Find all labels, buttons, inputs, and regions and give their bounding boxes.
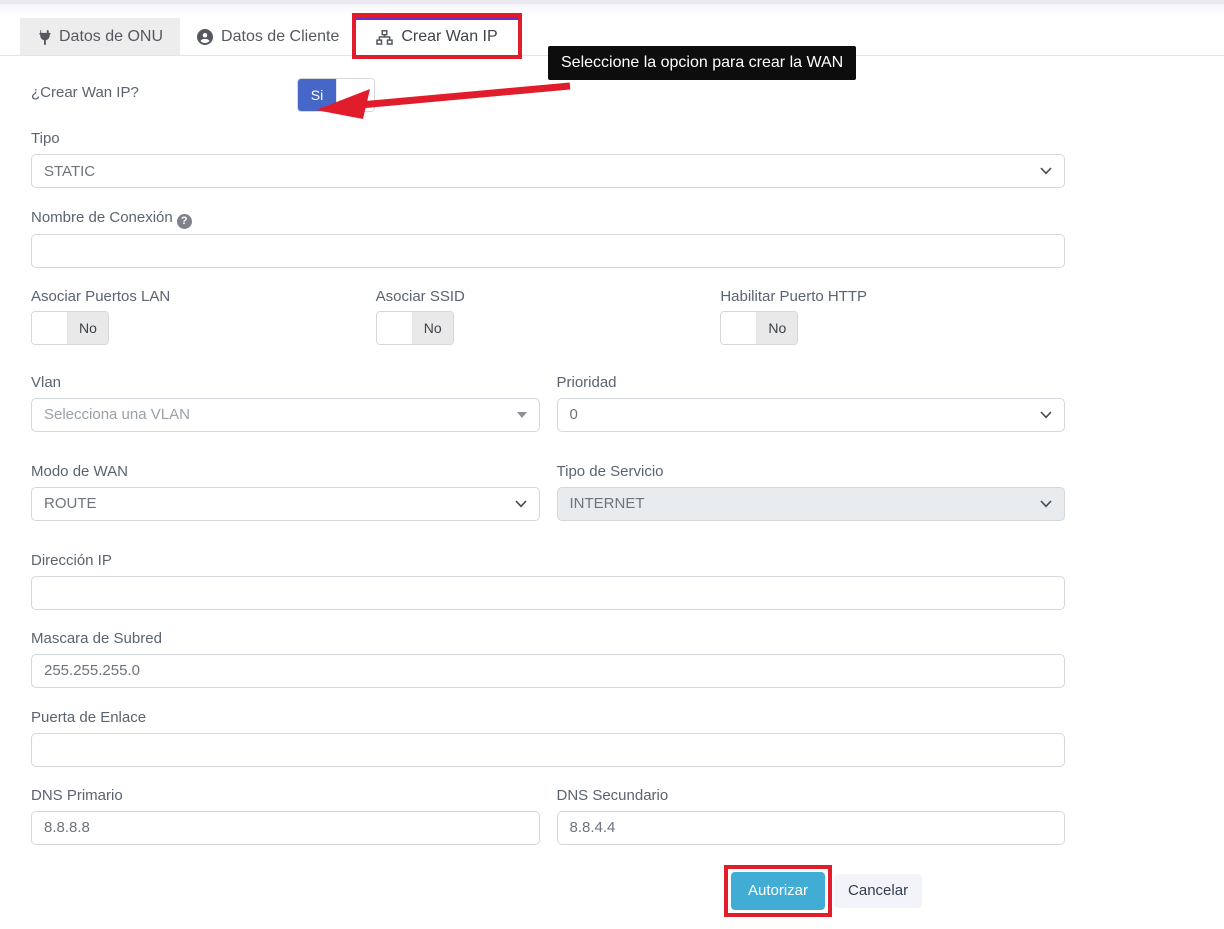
- tipo-servicio-select: INTERNET: [557, 487, 1066, 521]
- asociar-puertos-lan-field: Asociar Puertos LAN No: [31, 287, 376, 345]
- prioridad-select[interactable]: 0: [557, 398, 1066, 432]
- modo-wan-label: Modo de WAN: [31, 462, 540, 482]
- tab-label: Crear Wan IP: [401, 28, 497, 46]
- prioridad-value: 0: [570, 406, 578, 423]
- sitemap-icon: [376, 30, 393, 45]
- crear-wan-ip-label: ¿Crear Wan IP?: [31, 78, 297, 112]
- autorizar-button[interactable]: Autorizar: [731, 872, 825, 910]
- form-actions: Autorizar Cancelar: [731, 872, 1065, 910]
- vlan-prioridad-row: Vlan Selecciona una VLAN Prioridad 0: [31, 373, 1065, 432]
- tab-datos-de-onu[interactable]: Datos de ONU: [20, 18, 180, 55]
- chevron-down-icon: [1040, 167, 1052, 175]
- nombre-conexion-field: Nombre de Conexión?: [31, 208, 1065, 268]
- cancelar-button[interactable]: Cancelar: [834, 874, 922, 908]
- toggle-off-label: No: [68, 312, 108, 344]
- vlan-select[interactable]: Selecciona una VLAN: [31, 398, 540, 432]
- tab-datos-de-cliente[interactable]: Datos de Cliente: [180, 18, 356, 55]
- habilitar-puerto-http-label: Habilitar Puerto HTTP: [720, 287, 1065, 307]
- dns-row: DNS Primario DNS Secundario: [31, 786, 1065, 845]
- modo-wan-field: Modo de WAN ROUTE: [31, 462, 540, 521]
- asociar-puertos-lan-toggle[interactable]: No: [31, 311, 109, 345]
- prioridad-label: Prioridad: [557, 373, 1066, 393]
- vlan-placeholder: Selecciona una VLAN: [44, 406, 190, 423]
- tipo-servicio-value: INTERNET: [570, 495, 645, 512]
- tipo-field: Tipo STATIC: [31, 129, 1065, 188]
- direccion-ip-label: Dirección IP: [31, 551, 1065, 571]
- asociar-ssid-field: Asociar SSID No: [376, 287, 721, 345]
- vlan-label: Vlan: [31, 373, 540, 393]
- mascara-subred-label: Mascara de Subred: [31, 629, 1065, 649]
- modo-wan-select[interactable]: ROUTE: [31, 487, 540, 521]
- annotation-tooltip: Seleccione la opcion para crear la WAN: [548, 46, 856, 80]
- tab-label: Datos de ONU: [59, 28, 163, 46]
- habilitar-puerto-http-field: Habilitar Puerto HTTP No: [720, 287, 1065, 345]
- toggle-knob: [32, 312, 68, 344]
- toggle-knob: [336, 79, 374, 111]
- toggle-on-label: Si: [298, 79, 336, 111]
- mascara-subred-input[interactable]: [31, 654, 1065, 688]
- crear-wan-ip-row: ¿Crear Wan IP? Si: [31, 78, 1065, 112]
- crear-wan-form: ¿Crear Wan IP? Si Tipo STATIC Nombre de …: [0, 56, 1224, 910]
- toggle-knob: [377, 312, 413, 344]
- dropdown-triangle-icon: [517, 412, 527, 418]
- tipo-label: Tipo: [31, 129, 1065, 149]
- nombre-conexion-input[interactable]: [31, 234, 1065, 268]
- direccion-ip-input[interactable]: [31, 576, 1065, 610]
- dns-primario-label: DNS Primario: [31, 786, 540, 806]
- chevron-down-icon: [1040, 411, 1052, 419]
- chevron-down-icon: [1040, 500, 1052, 508]
- dns-primario-input[interactable]: [31, 811, 540, 845]
- toggle-off-label: No: [757, 312, 797, 344]
- direccion-ip-field: Dirección IP: [31, 551, 1065, 610]
- toggle-knob: [721, 312, 757, 344]
- nombre-conexion-label-text: Nombre de Conexión: [31, 209, 173, 226]
- question-circle-icon[interactable]: ?: [177, 214, 192, 229]
- autorizar-button-label: Autorizar: [748, 882, 808, 899]
- puerta-enlace-input[interactable]: [31, 733, 1065, 767]
- asociar-puertos-lan-label: Asociar Puertos LAN: [31, 287, 376, 307]
- vlan-field: Vlan Selecciona una VLAN: [31, 373, 540, 432]
- user-circle-icon: [197, 29, 213, 45]
- modo-wan-value: ROUTE: [44, 495, 97, 512]
- chevron-down-icon: [515, 500, 527, 508]
- prioridad-field: Prioridad 0: [557, 373, 1066, 432]
- tipo-servicio-field: Tipo de Servicio INTERNET: [557, 462, 1066, 521]
- nombre-conexion-label: Nombre de Conexión?: [31, 208, 1065, 229]
- puerta-enlace-label: Puerta de Enlace: [31, 708, 1065, 728]
- dns-secundario-input[interactable]: [557, 811, 1066, 845]
- toggles-row: Asociar Puertos LAN No Asociar SSID No H…: [31, 287, 1065, 345]
- tipo-servicio-label: Tipo de Servicio: [557, 462, 1066, 482]
- habilitar-puerto-http-toggle[interactable]: No: [720, 311, 798, 345]
- dns-primario-field: DNS Primario: [31, 786, 540, 845]
- toggle-off-label: No: [413, 312, 453, 344]
- asociar-ssid-toggle[interactable]: No: [376, 311, 454, 345]
- crear-wan-ip-page: Datos de ONU Datos de Cliente Crear Wan …: [0, 0, 1224, 929]
- crear-wan-ip-toggle[interactable]: Si: [297, 78, 375, 112]
- top-fade: [0, 4, 1224, 16]
- mascara-subred-field: Mascara de Subred: [31, 629, 1065, 688]
- puerta-enlace-field: Puerta de Enlace: [31, 708, 1065, 767]
- tipo-select[interactable]: STATIC: [31, 154, 1065, 188]
- tipo-value: STATIC: [44, 163, 95, 180]
- dns-secundario-field: DNS Secundario: [557, 786, 1066, 845]
- tab-crear-wan-ip[interactable]: Crear Wan IP: [356, 16, 517, 56]
- dns-secundario-label: DNS Secundario: [557, 786, 1066, 806]
- modo-servicio-row: Modo de WAN ROUTE Tipo de Servicio INTER…: [31, 462, 1065, 521]
- asociar-ssid-label: Asociar SSID: [376, 287, 721, 307]
- tab-label: Datos de Cliente: [221, 28, 339, 46]
- plug-icon: [37, 30, 51, 45]
